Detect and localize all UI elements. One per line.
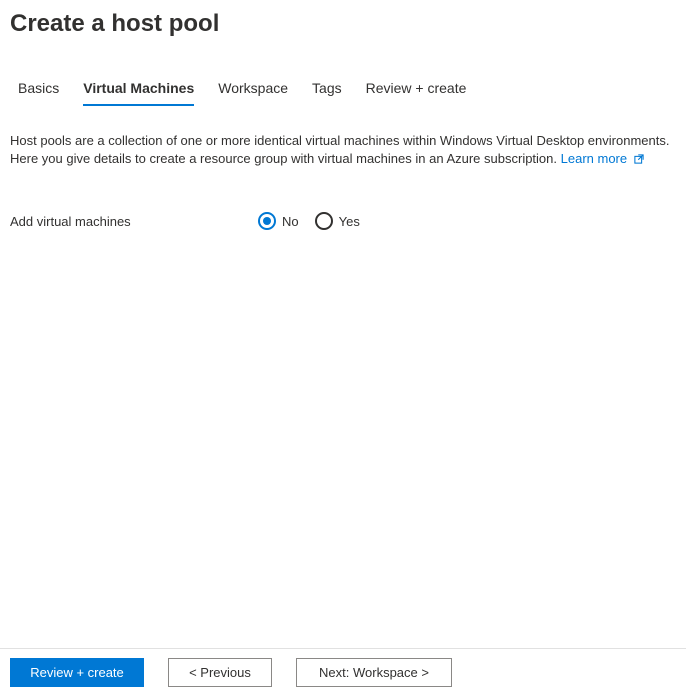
radio-yes[interactable]: Yes [315, 212, 360, 230]
radio-circle-icon [315, 212, 333, 230]
add-vm-row: Add virtual machines No Yes [0, 212, 686, 230]
radio-no[interactable]: No [258, 212, 299, 230]
tab-review-create[interactable]: Review + create [366, 80, 467, 106]
tab-virtual-machines[interactable]: Virtual Machines [83, 80, 194, 106]
previous-button[interactable]: < Previous [168, 658, 272, 687]
footer-buttons: Review + create < Previous Next: Workspa… [10, 658, 452, 687]
add-vm-radio-group: No Yes [258, 212, 360, 230]
tab-tags[interactable]: Tags [312, 80, 342, 106]
tab-basics[interactable]: Basics [18, 80, 59, 106]
review-create-button[interactable]: Review + create [10, 658, 144, 687]
footer-divider [0, 648, 686, 649]
tab-workspace[interactable]: Workspace [218, 80, 288, 106]
page-title: Create a host pool [0, 0, 686, 38]
radio-circle-icon [258, 212, 276, 230]
add-vm-label: Add virtual machines [10, 214, 258, 229]
radio-no-label: No [282, 214, 299, 229]
tabs-bar: Basics Virtual Machines Workspace Tags R… [0, 80, 686, 106]
radio-yes-label: Yes [339, 214, 360, 229]
external-link-icon [633, 152, 645, 170]
description-block: Host pools are a collection of one or mo… [0, 132, 686, 170]
learn-more-link[interactable]: Learn more [561, 151, 645, 166]
learn-more-text: Learn more [561, 151, 627, 166]
next-button[interactable]: Next: Workspace > [296, 658, 452, 687]
